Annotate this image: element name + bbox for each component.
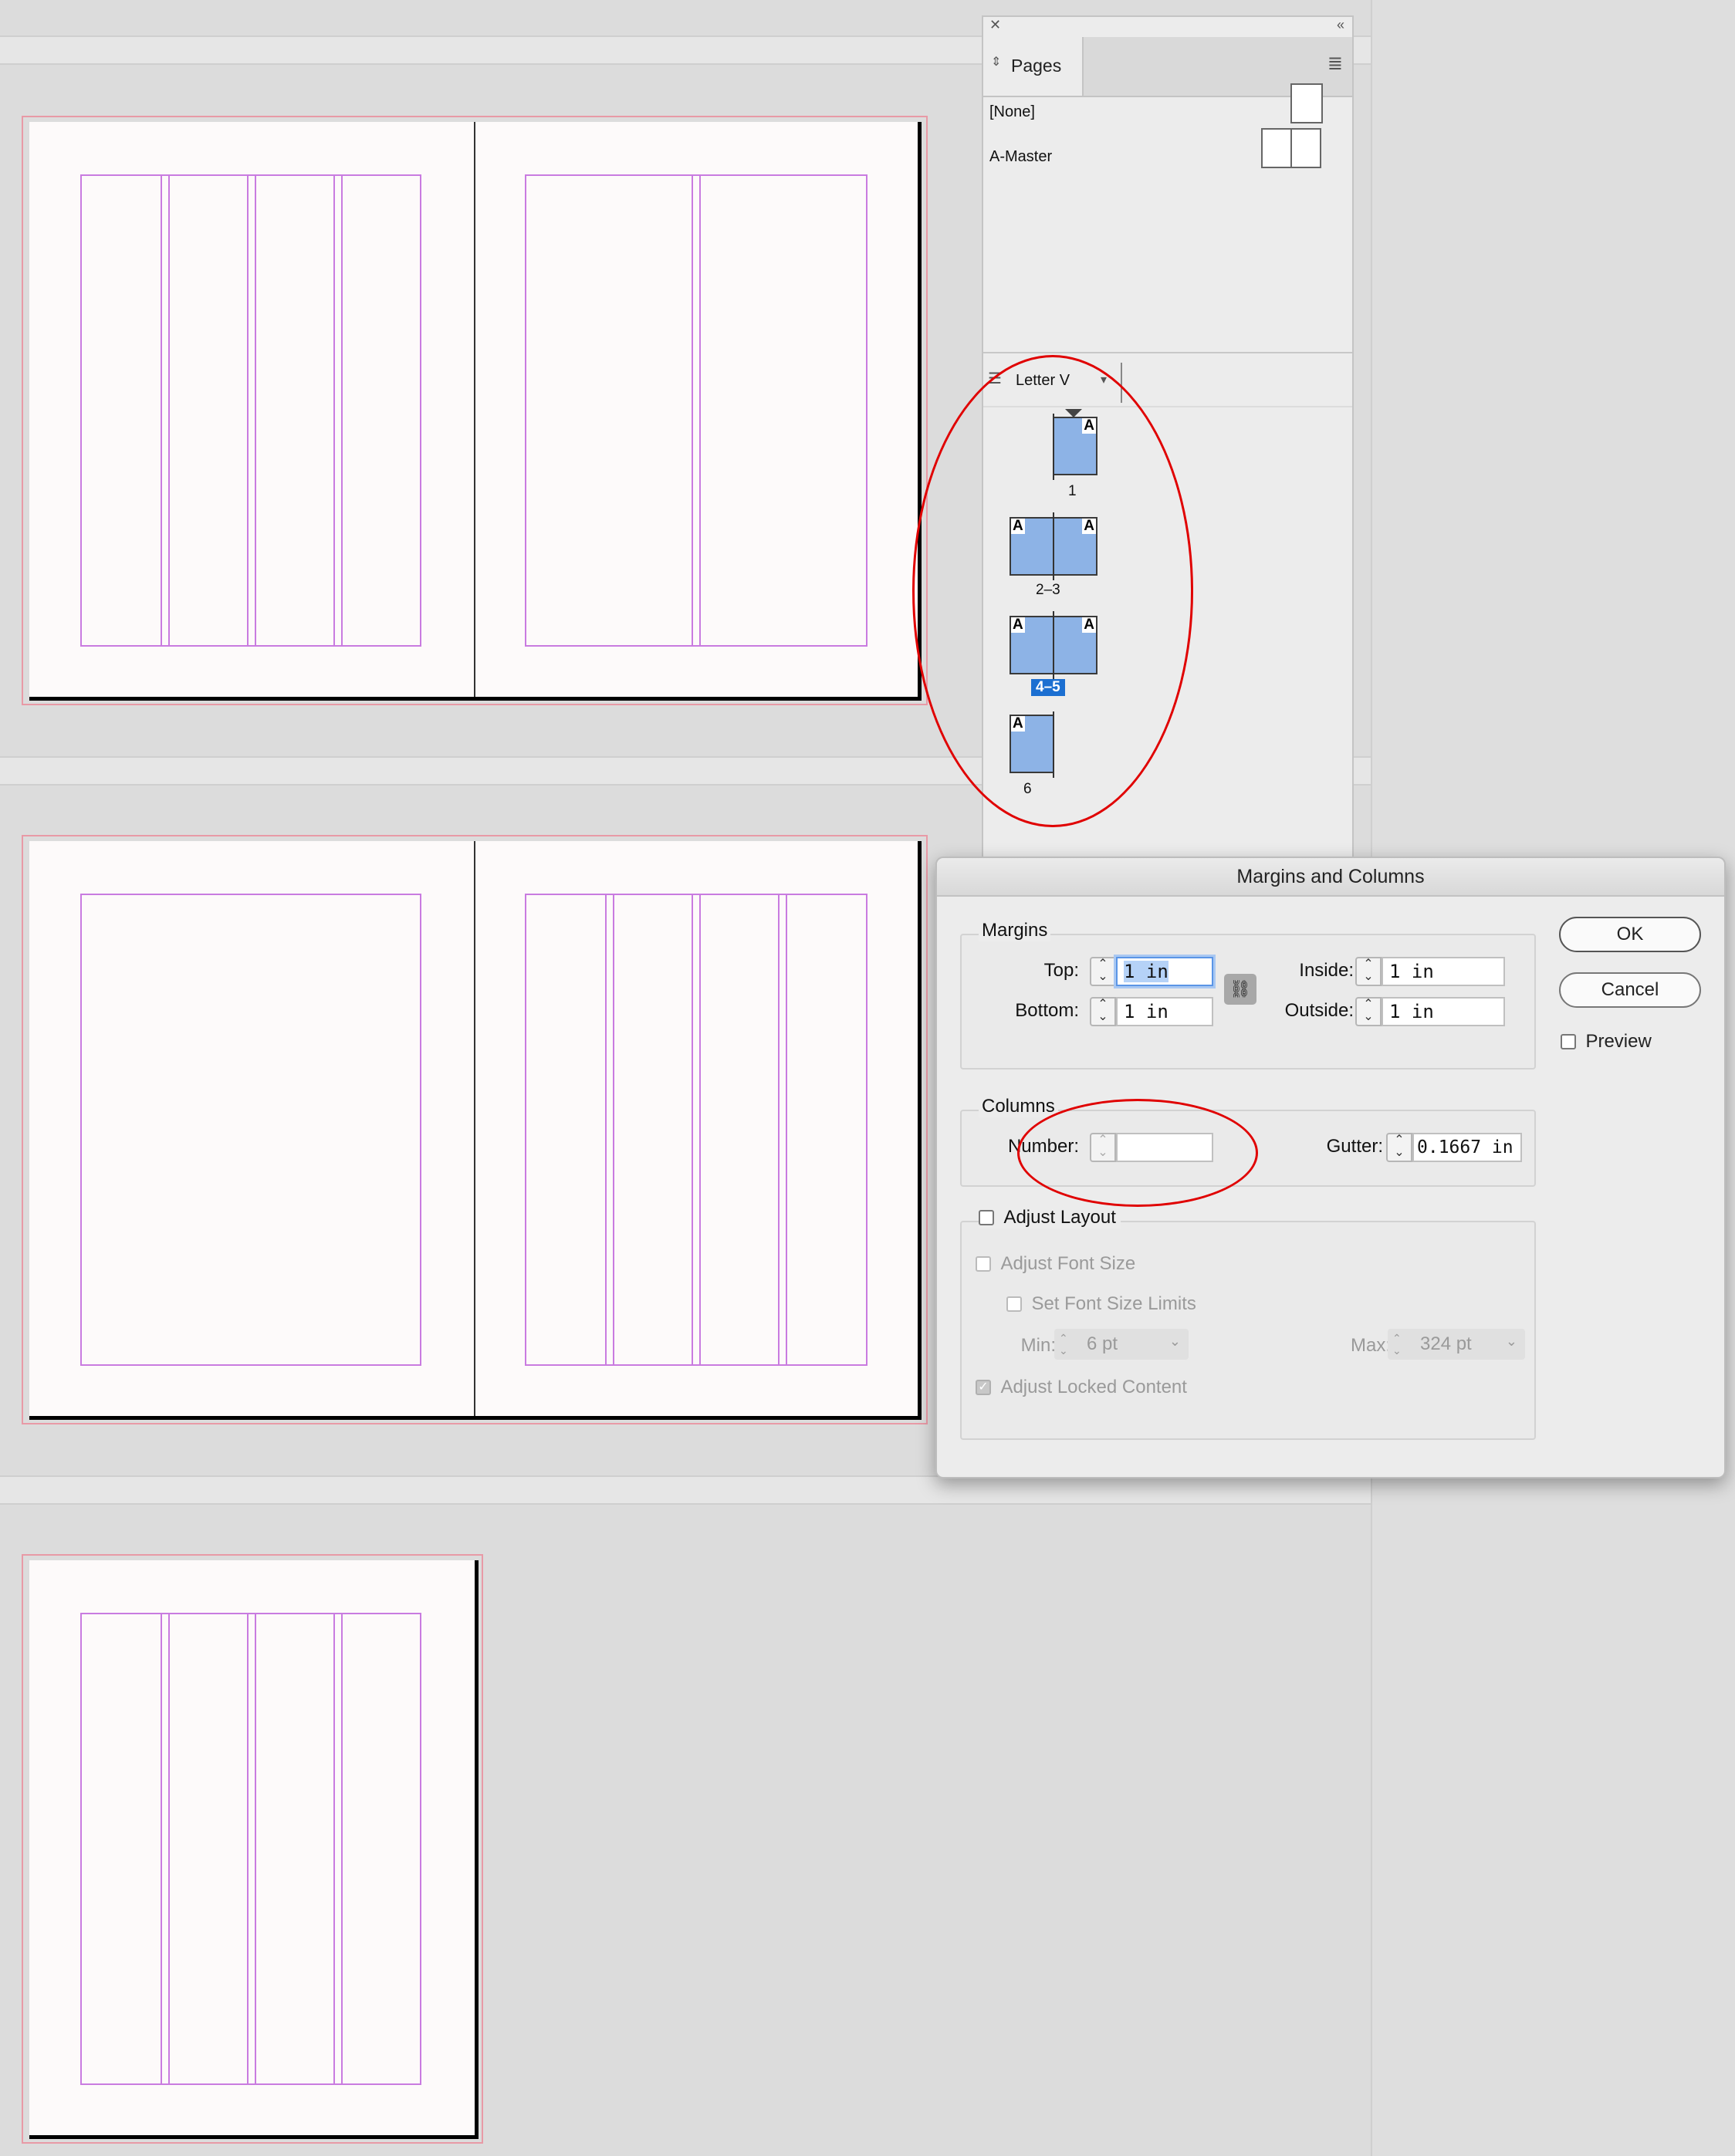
adjust-locked-content-option[interactable]: ✓ Adjust Locked Content	[976, 1377, 1187, 1398]
panel-header-bar: ✕ «	[983, 17, 1352, 35]
spine	[474, 841, 475, 1416]
annotation-ellipse-pages	[912, 355, 1193, 827]
top-input[interactable]: 1 in	[1116, 957, 1213, 986]
outside-input-value: 1 in	[1389, 1001, 1434, 1022]
column-guide	[692, 174, 693, 647]
gutter-input-value: 0.1667 in	[1417, 1137, 1513, 1157]
master-a[interactable]: A-Master	[989, 148, 1052, 166]
bottom-input[interactable]: 1 in	[1116, 997, 1213, 1026]
max-label: Max:	[1350, 1335, 1391, 1356]
column-guide	[255, 1613, 256, 2085]
set-font-size-limits-label: Set Font Size Limits	[1031, 1293, 1196, 1314]
column-guide	[786, 894, 787, 1366]
bottom-stepper[interactable]: ⌃ ⌄	[1090, 997, 1116, 1026]
panel-menu-icon[interactable]: ≣	[1327, 52, 1343, 75]
inside-input[interactable]: 1 in	[1382, 957, 1505, 986]
gutter-label: Gutter:	[1326, 1136, 1383, 1157]
tab-pages-label: Pages	[1011, 56, 1062, 76]
column-guide	[699, 174, 701, 647]
margin-guide	[80, 894, 421, 1366]
top-label: Top:	[1043, 960, 1079, 981]
column-guide	[247, 1613, 249, 2085]
inside-input-value: 1 in	[1389, 961, 1434, 982]
adjust-font-size-checkbox[interactable]	[976, 1256, 991, 1272]
master-none-label: [None]	[989, 103, 1035, 120]
outside-input[interactable]: 1 in	[1382, 997, 1505, 1026]
margins-label: Margins	[979, 920, 1051, 941]
ok-button[interactable]: OK	[1559, 917, 1701, 952]
inside-label: Inside:	[1299, 960, 1354, 981]
adjust-locked-content-checkbox[interactable]: ✓	[976, 1380, 991, 1395]
column-guide	[341, 174, 343, 647]
min-dropdown-icon: ⌄	[1169, 1333, 1181, 1349]
gutter-stepper[interactable]: ⌃ ⌄	[1386, 1133, 1412, 1162]
bottom-label: Bottom:	[1015, 1000, 1079, 1021]
set-font-size-limits-option[interactable]: Set Font Size Limits	[1006, 1293, 1196, 1315]
dialog-title: Margins and Columns	[937, 858, 1724, 897]
tab-pages[interactable]: ⇕ Pages	[983, 37, 1084, 96]
column-guide	[605, 894, 607, 1366]
master-a-thumbnail[interactable]	[1261, 128, 1321, 168]
adjust-layout-checkbox[interactable]	[979, 1210, 994, 1225]
set-font-size-limits-checkbox[interactable]	[1006, 1296, 1022, 1312]
master-a-spine	[1290, 130, 1292, 167]
min-select-value: 6 pt	[1087, 1333, 1118, 1354]
master-none-thumbnail[interactable]	[1290, 83, 1323, 123]
outside-stepper[interactable]: ⌃ ⌄	[1355, 997, 1382, 1026]
adjust-locked-content-label: Adjust Locked Content	[1000, 1377, 1187, 1397]
adjust-font-size-label: Adjust Font Size	[1000, 1253, 1136, 1274]
column-guide	[333, 1613, 335, 2085]
margin-guide	[80, 1613, 421, 2085]
columns-label: Columns	[979, 1096, 1058, 1117]
min-stepper-icon: ⌃ ⌄	[1059, 1332, 1068, 1357]
top-stepper[interactable]: ⌃ ⌄	[1090, 957, 1116, 986]
column-guide	[161, 174, 162, 647]
spread-top[interactable]	[29, 122, 922, 701]
column-guide	[168, 1613, 170, 2085]
master-a-label: A-Master	[989, 148, 1053, 165]
column-guide	[255, 174, 256, 647]
bottom-input-value: 1 in	[1124, 1001, 1169, 1022]
column-guide	[168, 174, 170, 647]
column-guide	[333, 174, 335, 647]
preview-checkbox[interactable]	[1561, 1034, 1576, 1049]
max-dropdown-icon: ⌄	[1505, 1333, 1517, 1349]
pasteboard-strip	[0, 1475, 1371, 1505]
column-guide	[161, 1613, 162, 2085]
column-guide	[341, 1613, 343, 2085]
close-panel-icon[interactable]: ✕	[989, 17, 1001, 33]
page-6[interactable]	[29, 1560, 479, 2139]
master-none[interactable]: [None]	[989, 103, 1035, 121]
inside-stepper[interactable]: ⌃ ⌄	[1355, 957, 1382, 986]
preview-label: Preview	[1585, 1031, 1652, 1052]
preview-option[interactable]: Preview	[1561, 1031, 1652, 1053]
column-guide	[699, 894, 701, 1366]
max-select[interactable]: ⌃ ⌄ 324 pt ⌄	[1388, 1329, 1525, 1360]
adjust-font-size-option[interactable]: Adjust Font Size	[976, 1253, 1135, 1275]
margin-guide	[80, 174, 421, 647]
min-label: Min:	[1020, 1335, 1056, 1356]
annotation-ellipse-number	[1017, 1099, 1258, 1207]
max-stepper-icon: ⌃ ⌄	[1392, 1332, 1402, 1357]
adjust-layout-label: Adjust Layout	[1003, 1207, 1116, 1228]
tab-toggle-icon: ⇕	[991, 56, 1002, 69]
column-guide	[247, 174, 249, 647]
adjust-layout-option[interactable]: Adjust Layout	[979, 1207, 1121, 1228]
max-select-value: 324 pt	[1420, 1333, 1472, 1354]
column-guide	[692, 894, 693, 1366]
column-guide	[778, 894, 780, 1366]
link-margins-button[interactable]: ⛓	[1224, 974, 1256, 1005]
outside-label: Outside:	[1284, 1000, 1354, 1021]
min-select[interactable]: ⌃ ⌄ 6 pt ⌄	[1054, 1329, 1189, 1360]
column-guide	[613, 894, 614, 1366]
spread-middle[interactable]	[29, 841, 922, 1420]
spine	[474, 122, 475, 697]
collapse-panel-icon[interactable]: «	[1337, 17, 1344, 33]
top-input-value: 1 in	[1124, 961, 1169, 982]
margin-guide	[525, 894, 868, 1366]
margin-guide	[525, 174, 868, 647]
cancel-button[interactable]: Cancel	[1559, 972, 1701, 1008]
gutter-input[interactable]: 0.1667 in	[1412, 1133, 1522, 1162]
